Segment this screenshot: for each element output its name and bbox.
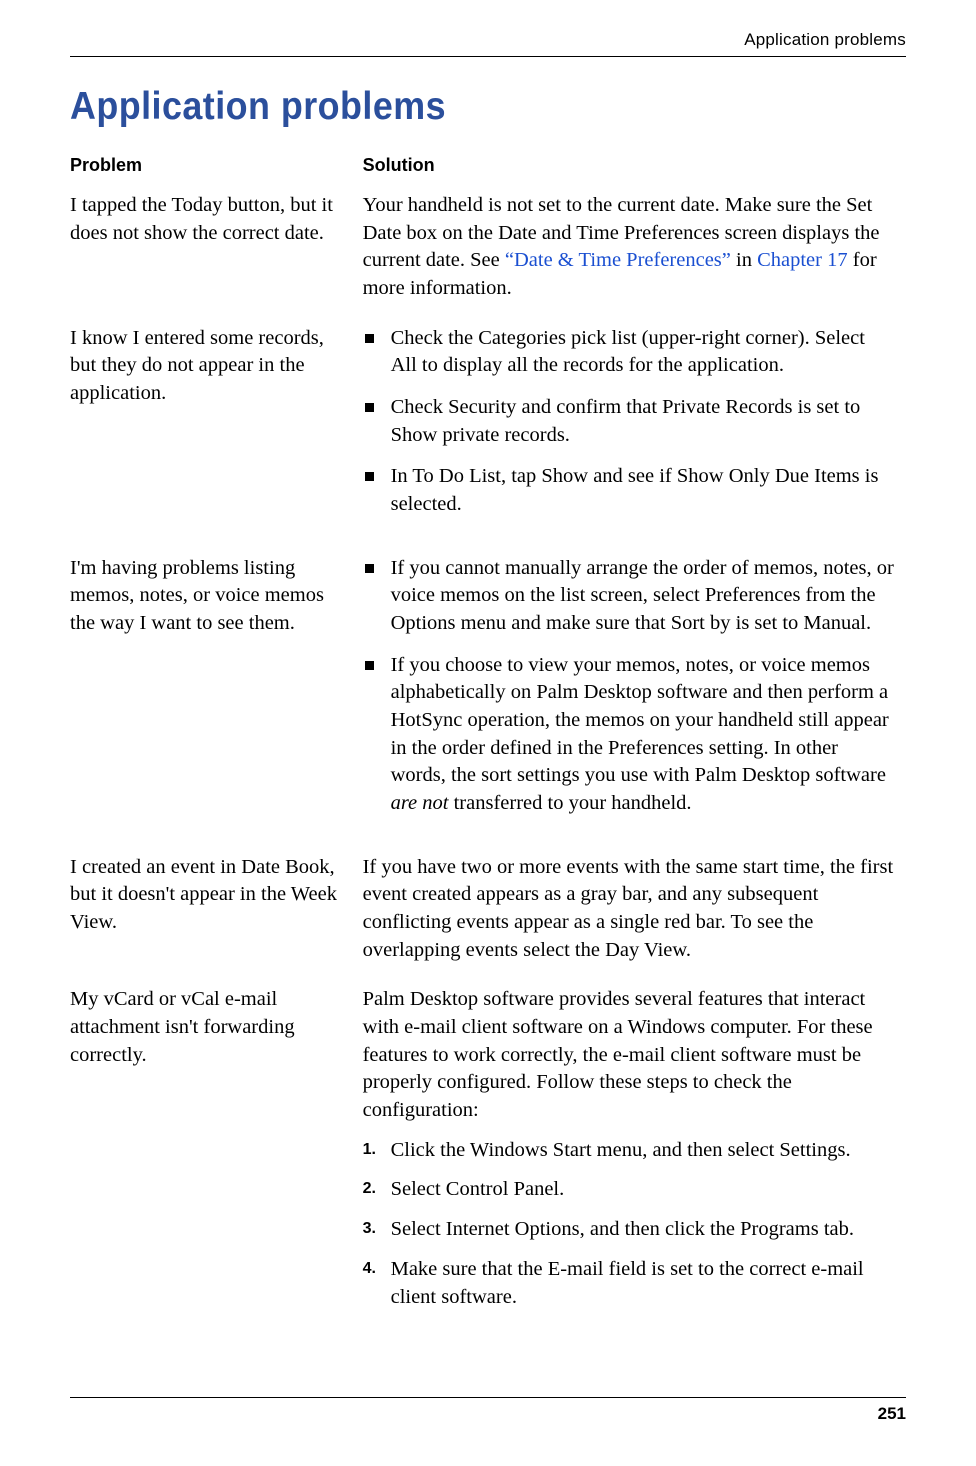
numbered-steps: Click the Windows Start menu, and then s… [363,1137,894,1311]
problem-cell: I'm having problems listing memos, notes… [70,555,363,854]
table-row: I know I entered some records, but they … [70,325,906,555]
list-item: Make sure that the E-mail field is set t… [363,1256,894,1311]
solution-cell: Your handheld is not set to the current … [363,192,906,325]
solution-cell: Palm Desktop software provides several f… [363,986,906,1345]
column-header-solution: Solution [363,155,906,192]
list-item: Check Security and confirm that Private … [363,394,894,449]
table-row: My vCard or vCal e-mail attachment isn't… [70,986,906,1345]
table-row: I tapped the Today button, but it does n… [70,192,906,325]
list-item: If you cannot manually arrange the order… [363,555,894,638]
troubleshooting-table: Problem Solution I tapped the Today butt… [70,155,906,1345]
solution-intro: Palm Desktop software provides several f… [363,986,894,1124]
list-item: Click the Windows Start menu, and then s… [363,1137,894,1165]
list-item-text: If you choose to view your memos, notes,… [391,654,889,787]
table-row: I created an event in Date Book, but it … [70,854,906,987]
problem-cell: I know I entered some records, but they … [70,325,363,555]
solution-cell: Check the Categories pick list (upper-ri… [363,325,906,555]
problem-cell: I tapped the Today button, but it does n… [70,192,363,325]
solution-cell: If you have two or more events with the … [363,854,906,987]
list-item-text: transferred to your handheld. [448,792,691,814]
problem-cell: My vCard or vCal e-mail attachment isn't… [70,986,363,1345]
solution-cell: If you cannot manually arrange the order… [363,555,906,854]
section-title: Application problems [70,85,839,129]
problem-cell: I created an event in Date Book, but it … [70,854,363,987]
running-head: Application problems [70,30,906,57]
solution-text: in [731,249,757,271]
page-body: Application problems Application problem… [0,0,976,1345]
emphasized-text: are not [391,792,449,814]
bullet-list: If you cannot manually arrange the order… [363,555,894,818]
page-footer: 251 [70,1397,906,1424]
table-row: I'm having problems listing memos, notes… [70,555,906,854]
bullet-list: Check the Categories pick list (upper-ri… [363,325,894,519]
list-item: Select Control Panel. [363,1176,894,1204]
list-item: In To Do List, tap Show and see if Show … [363,463,894,518]
page-number: 251 [878,1404,906,1423]
list-item: Select Internet Options, and then click … [363,1216,894,1244]
link-date-time-prefs[interactable]: “Date & Time Preferences” [505,249,731,271]
link-chapter-17[interactable]: Chapter 17 [757,249,848,271]
list-item: If you choose to view your memos, notes,… [363,652,894,818]
list-item: Check the Categories pick list (upper-ri… [363,325,894,380]
column-header-problem: Problem [70,155,363,192]
